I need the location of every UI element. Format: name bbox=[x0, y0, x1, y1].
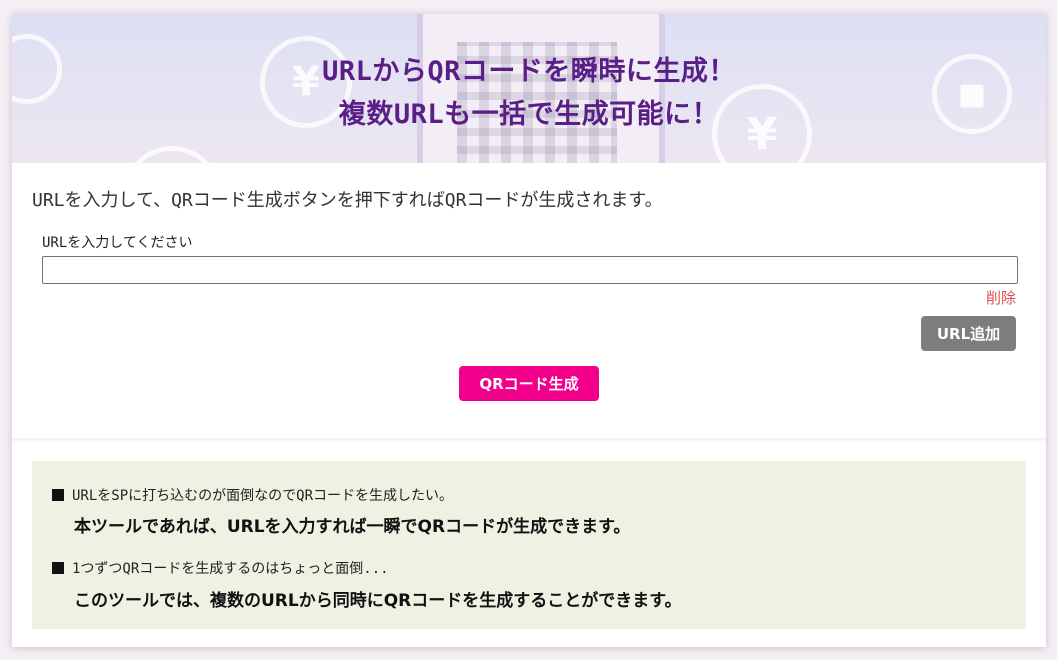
faq-section: URLをSPに打ち込むのが面倒なのでQRコードを生成したい。 本ツールであれば、… bbox=[32, 461, 1026, 629]
delete-link[interactable]: 削除 bbox=[986, 287, 1016, 308]
hero-title-line2: 複数URLも一括で生成可能に！ bbox=[338, 99, 720, 130]
hero-banner: ¥ ¥ ■ URLからQRコードを瞬時に生成！ 複数URLも一括で生成可能に！ bbox=[12, 14, 1046, 163]
url-input-label: URLを入力してください bbox=[42, 235, 193, 251]
section-divider bbox=[12, 438, 1046, 444]
faq-answer: 本ツールであれば、URLを入力すれば一瞬でQRコードが生成できます。 bbox=[74, 517, 631, 537]
faq-question: 1つずつQRコードを生成するのはちょっと面倒... bbox=[52, 558, 389, 578]
add-url-button[interactable]: URL追加 bbox=[921, 316, 1016, 351]
generate-qr-button[interactable]: QRコード生成 bbox=[459, 366, 599, 401]
faq-answer: このツールでは、複数のURLから同時にQRコードを生成することができます。 bbox=[74, 591, 682, 611]
circle-decoration-icon bbox=[122, 146, 222, 163]
url-input[interactable] bbox=[42, 256, 1018, 284]
faq-question: URLをSPに打ち込むのが面倒なのでQRコードを生成したい。 bbox=[52, 485, 453, 505]
square-bullet-icon bbox=[52, 562, 64, 574]
square-bullet-icon bbox=[52, 489, 64, 501]
main-card: ¥ ¥ ■ URLからQRコードを瞬時に生成！ 複数URLも一括で生成可能に！ … bbox=[12, 14, 1046, 647]
intro-text: URLを入力して、QRコード生成ボタンを押下すればQRコードが生成されます。 bbox=[32, 190, 663, 211]
hero-title: URLからQRコードを瞬時に生成！ 複数URLも一括で生成可能に！ bbox=[12, 50, 1046, 136]
hero-title-line1: URLからQRコードを瞬時に生成！ bbox=[322, 56, 736, 87]
